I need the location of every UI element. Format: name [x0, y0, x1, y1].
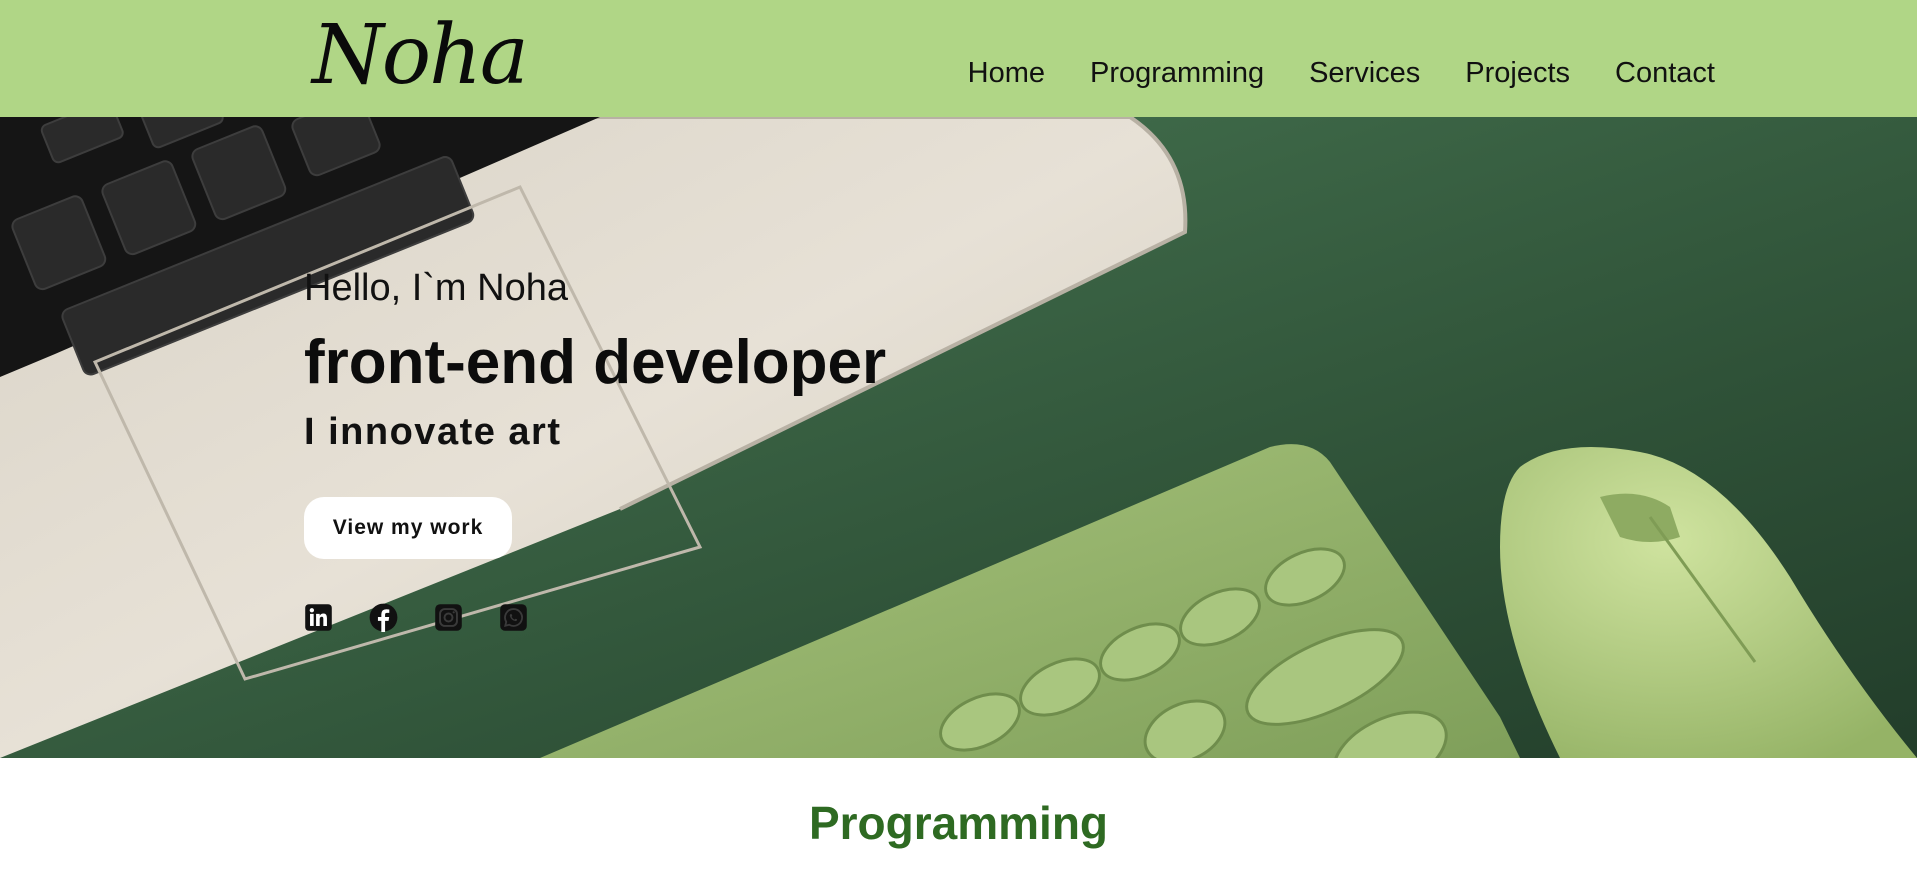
nav-link-home[interactable]: Home [968, 56, 1045, 90]
nav-link-services[interactable]: Services [1309, 56, 1420, 90]
nav-link-programming[interactable]: Programming [1090, 56, 1264, 90]
main-nav: Home Programming Services Projects Conta… [968, 56, 1715, 90]
facebook-icon[interactable] [369, 603, 398, 632]
site-header: Noha Home Programming Services Projects … [0, 0, 1917, 117]
section-title-programming: Programming [808, 797, 1109, 849]
site-logo[interactable]: Noha [312, 6, 529, 106]
hero-section: Hello, I`m Noha front-end developer I in… [0, 117, 1917, 758]
hero-title: front-end developer [304, 328, 887, 397]
view-my-work-button[interactable]: View my work [304, 497, 512, 559]
hero-subtitle: I innovate art [304, 411, 562, 453]
hero-background-image [0, 117, 1917, 758]
nav-link-contact[interactable]: Contact [1615, 56, 1715, 90]
instagram-icon[interactable] [434, 603, 463, 632]
nav-link-projects[interactable]: Projects [1465, 56, 1570, 90]
whatsapp-icon[interactable] [499, 603, 528, 632]
hero-greeting: Hello, I`m Noha [304, 267, 568, 309]
linkedin-icon[interactable] [304, 603, 333, 632]
social-links [304, 603, 528, 632]
